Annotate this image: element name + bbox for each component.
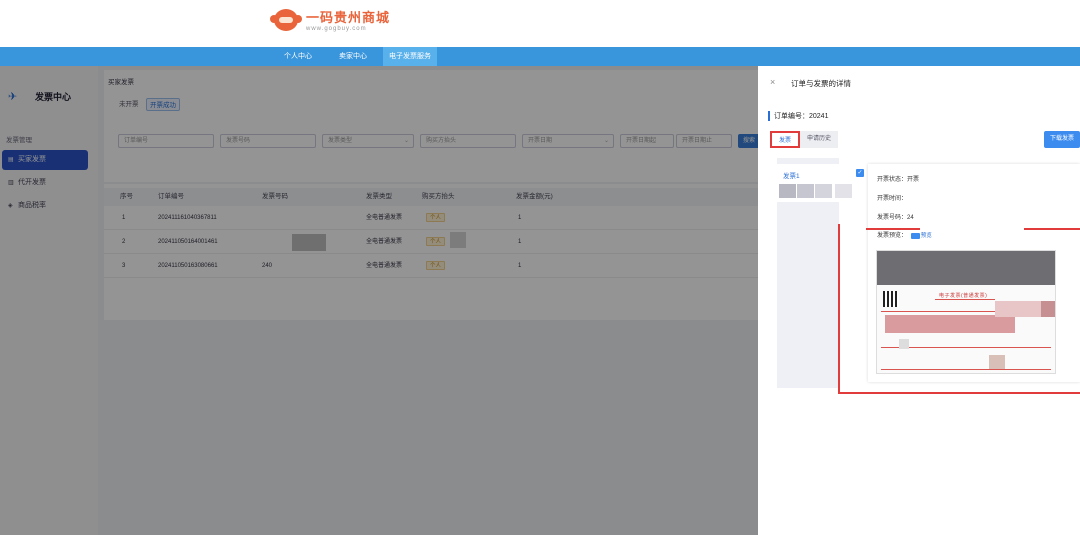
eye-icon <box>910 232 920 239</box>
invoice-time: 开票时间： <box>877 196 908 202</box>
list-item[interactable]: 发票1 ✓ <box>777 164 867 202</box>
brand-bar: 一码贵州商城 www.gogbuy.com <box>0 0 1080 47</box>
invoice-detail-card: 开票状态：开票 开票时间： 发票号码：24 发票预览： 预览 电子发票(普通发票… <box>868 164 1080 382</box>
annotation-line <box>838 392 1080 394</box>
blurred-swatch <box>815 184 832 198</box>
close-icon[interactable]: × <box>770 77 775 87</box>
check-icon[interactable]: ✓ <box>856 169 864 177</box>
nav-e-invoice-service[interactable]: 电子发票服务 <box>383 47 437 66</box>
preview-link[interactable]: 预览 <box>910 231 932 239</box>
invoice-thumbnail[interactable]: 电子发票(普通发票) <box>876 250 1056 374</box>
invoice-preview-row: 发票预览： 预览 <box>877 231 932 239</box>
order-number-label: 订单编号：20241 <box>768 111 828 121</box>
brand-title: 一码贵州商城 <box>306 9 391 25</box>
tab-invoice[interactable]: 发票 <box>770 131 800 148</box>
invoice-detail-drawer: × 订单与发票的详情 订单编号：20241 发票 申请历史 下载发票 发票1 ✓… <box>758 66 1080 535</box>
qr-code-icon <box>883 291 899 307</box>
nav-seller-center[interactable]: 卖家中心 <box>333 47 373 66</box>
site-logo[interactable]: 一码贵州商城 www.gogbuy.com <box>270 6 390 32</box>
thumbnail-title: 电子发票(普通发票) <box>939 293 988 299</box>
monkey-logo-icon <box>270 6 302 32</box>
blurred-swatch <box>835 184 852 198</box>
download-invoice-button[interactable]: 下载发票 <box>1044 131 1080 148</box>
invoice-number: 发票号码：24 <box>877 215 914 221</box>
blurred-swatch <box>797 184 814 198</box>
top-nav: 个人中心 卖家中心 电子发票服务 <box>0 47 1080 66</box>
nav-personal-center[interactable]: 个人中心 <box>278 47 318 66</box>
invoice-status: 开票状态：开票 <box>877 177 920 183</box>
tab-application-history[interactable]: 申请历史 <box>800 131 838 148</box>
invoice-list: 发票1 ✓ <box>777 158 867 388</box>
brand-url: www.gogbuy.com <box>306 25 367 32</box>
blurred-swatch <box>779 184 796 198</box>
annotation-line <box>866 228 920 230</box>
annotation-line <box>838 224 840 392</box>
invoice-item-label: 发票1 <box>783 173 800 180</box>
drawer-title: 订单与发票的详情 <box>791 79 851 88</box>
annotation-line <box>1024 228 1080 230</box>
modal-overlay[interactable] <box>0 66 758 535</box>
